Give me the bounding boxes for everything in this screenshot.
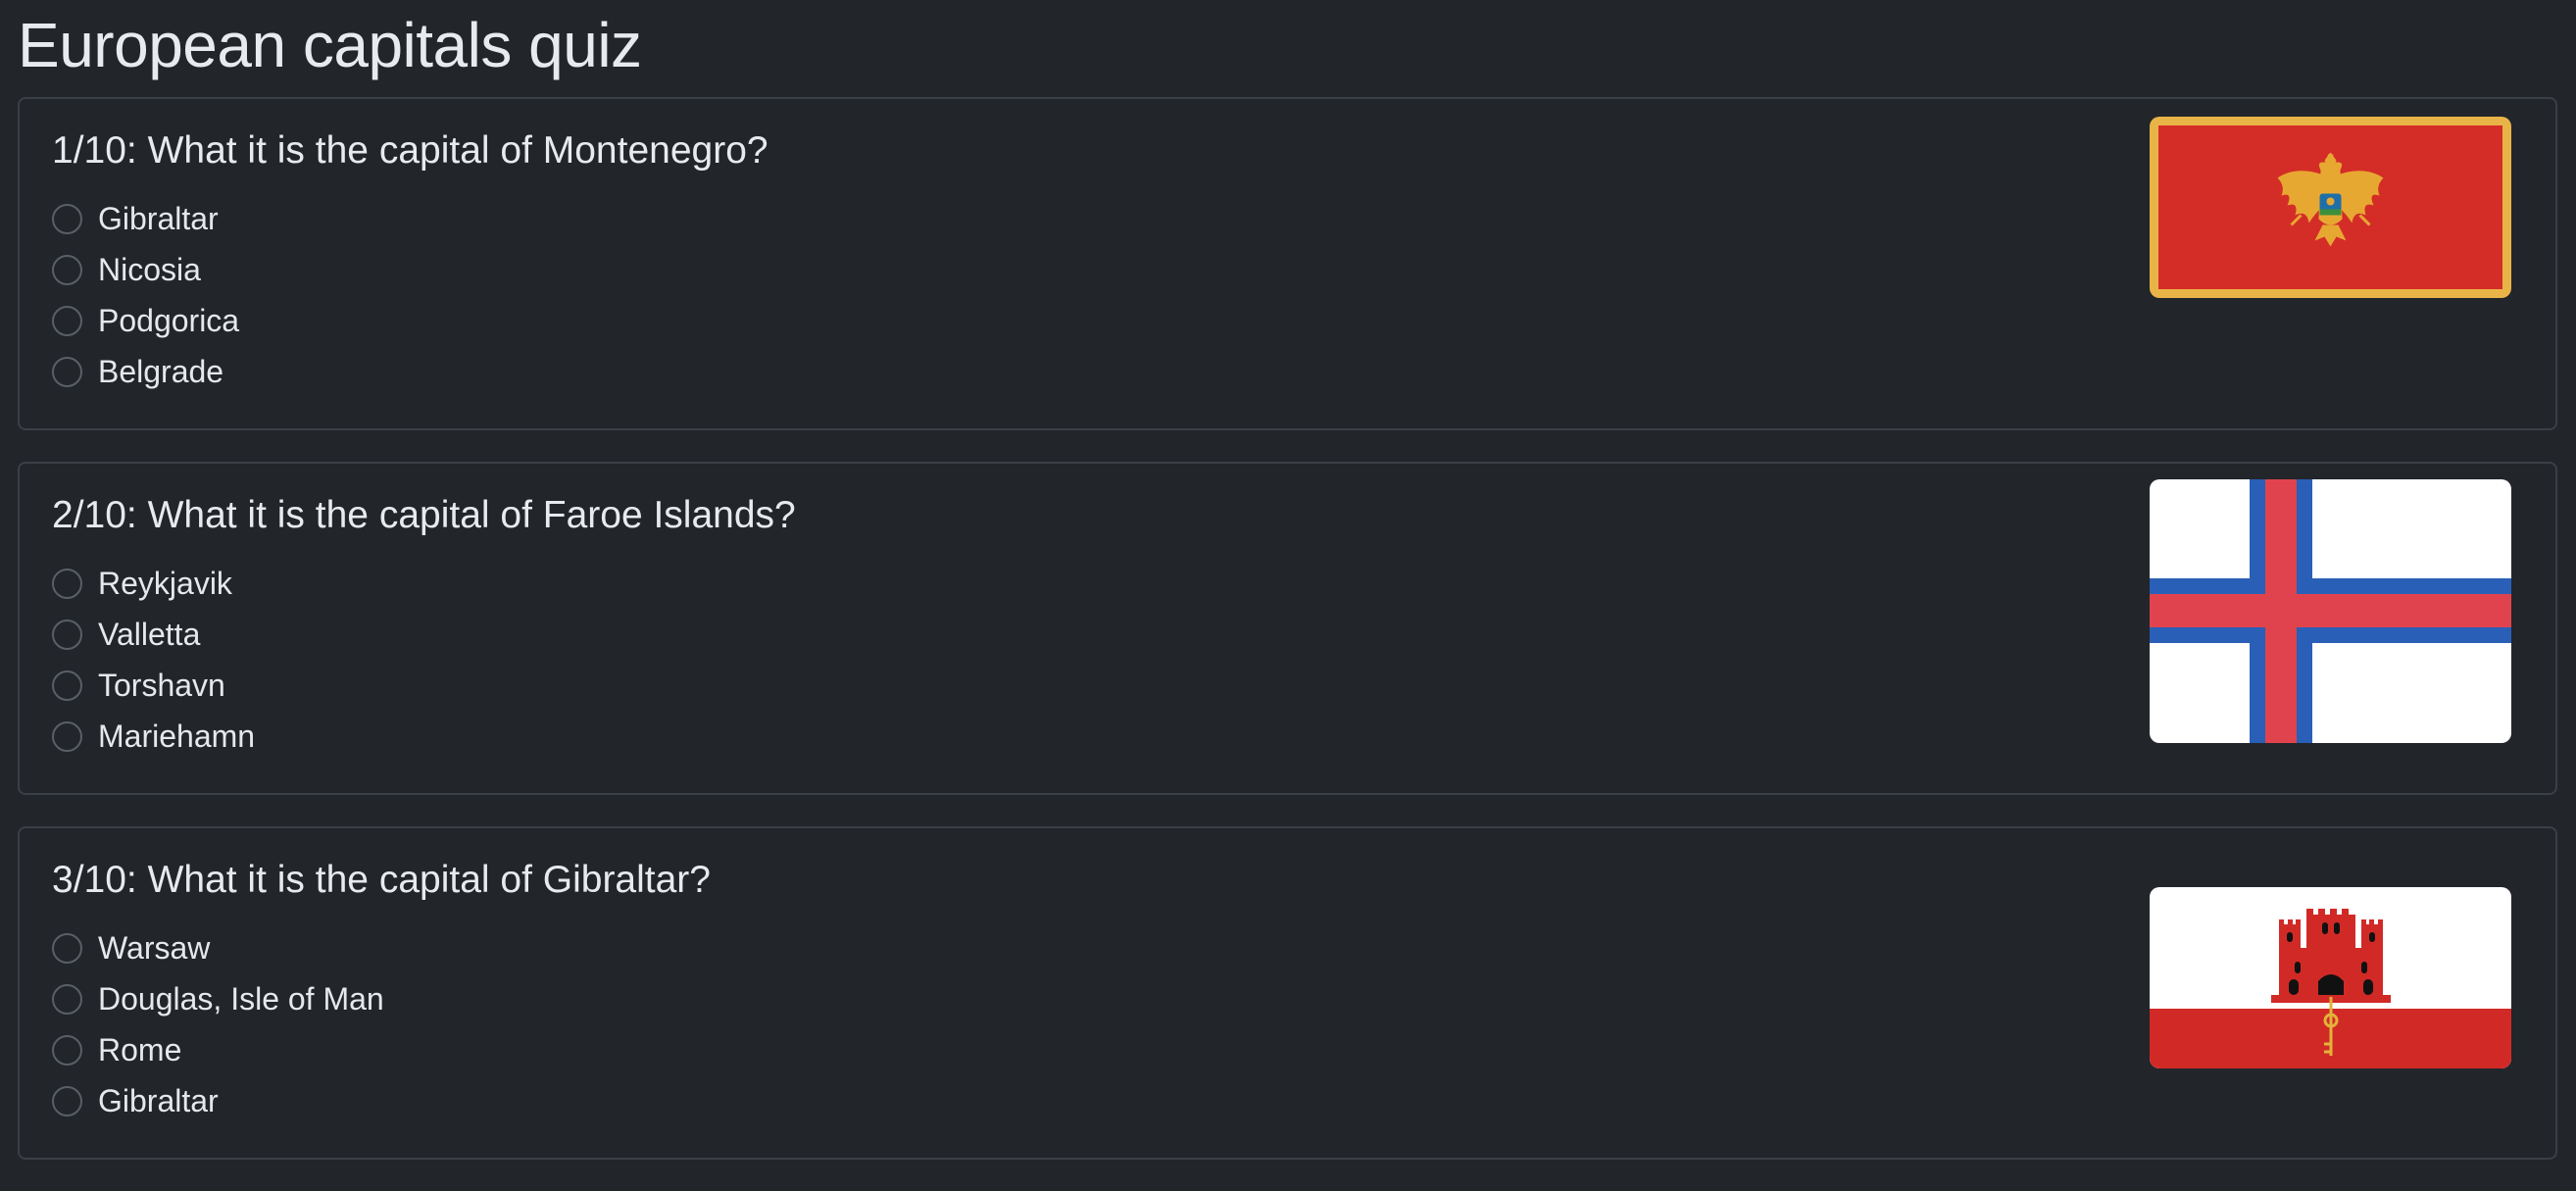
question-title: 2/10: What it is the capital of Faroe Is… [52, 494, 796, 536]
answer-options: Gibraltar Nicosia Podgorica Belgrade [52, 193, 239, 397]
answer-option[interactable]: Belgrade [52, 346, 239, 397]
answer-option[interactable]: Mariehamn [52, 711, 255, 762]
answer-label[interactable]: Mariehamn [98, 717, 255, 756]
answer-label[interactable]: Douglas, Isle of Man [98, 979, 384, 1018]
answer-option[interactable]: Nicosia [52, 244, 239, 295]
answer-options: Reykjavik Valletta Torshavn Mariehamn [52, 558, 255, 762]
montenegro-flag-icon [2150, 117, 2511, 298]
question-card-1: 1/10: What it is the capital of Monteneg… [18, 97, 2557, 430]
answer-options: Warsaw Douglas, Isle of Man Rome Gibralt… [52, 922, 384, 1126]
faroe-islands-flag-icon [2150, 479, 2511, 743]
answer-label[interactable]: Nicosia [98, 250, 201, 289]
radio-button[interactable] [52, 254, 82, 285]
answer-option[interactable]: Valletta [52, 609, 255, 660]
answer-label[interactable]: Warsaw [98, 928, 210, 968]
answer-label[interactable]: Podgorica [98, 301, 239, 340]
answer-label[interactable]: Reykjavik [98, 564, 232, 603]
answer-option[interactable]: Torshavn [52, 660, 255, 711]
question-card-3: 3/10: What it is the capital of Gibralta… [18, 826, 2557, 1160]
answer-option[interactable]: Gibraltar [52, 1075, 384, 1126]
question-card-2: 2/10: What it is the capital of Faroe Is… [18, 462, 2557, 795]
answer-label[interactable]: Gibraltar [98, 1081, 219, 1120]
radio-button[interactable] [52, 932, 82, 964]
radio-button[interactable] [52, 1085, 82, 1117]
gibraltar-flag-icon [2150, 887, 2511, 1068]
answer-label[interactable]: Torshavn [98, 666, 225, 705]
answer-option[interactable]: Podgorica [52, 295, 239, 346]
answer-label[interactable]: Gibraltar [98, 199, 219, 238]
answer-option[interactable]: Warsaw [52, 922, 384, 973]
radio-button[interactable] [52, 305, 82, 336]
radio-button[interactable] [52, 670, 82, 701]
radio-button[interactable] [52, 619, 82, 650]
answer-label[interactable]: Belgrade [98, 352, 223, 391]
radio-button[interactable] [52, 1034, 82, 1066]
page-title: European capitals quiz [18, 10, 642, 80]
question-title: 1/10: What it is the capital of Monteneg… [52, 129, 768, 172]
answer-label[interactable]: Rome [98, 1030, 181, 1069]
radio-button[interactable] [52, 983, 82, 1015]
quiz-list: 1/10: What it is the capital of Monteneg… [18, 97, 2557, 1191]
answer-option[interactable]: Reykjavik [52, 558, 255, 609]
answer-label[interactable]: Valletta [98, 615, 200, 654]
answer-option[interactable]: Douglas, Isle of Man [52, 973, 384, 1024]
radio-button[interactable] [52, 203, 82, 234]
radio-button[interactable] [52, 356, 82, 387]
answer-option[interactable]: Rome [52, 1024, 384, 1075]
question-title: 3/10: What it is the capital of Gibralta… [52, 859, 711, 901]
answer-option[interactable]: Gibraltar [52, 193, 239, 244]
radio-button[interactable] [52, 720, 82, 752]
radio-button[interactable] [52, 568, 82, 599]
